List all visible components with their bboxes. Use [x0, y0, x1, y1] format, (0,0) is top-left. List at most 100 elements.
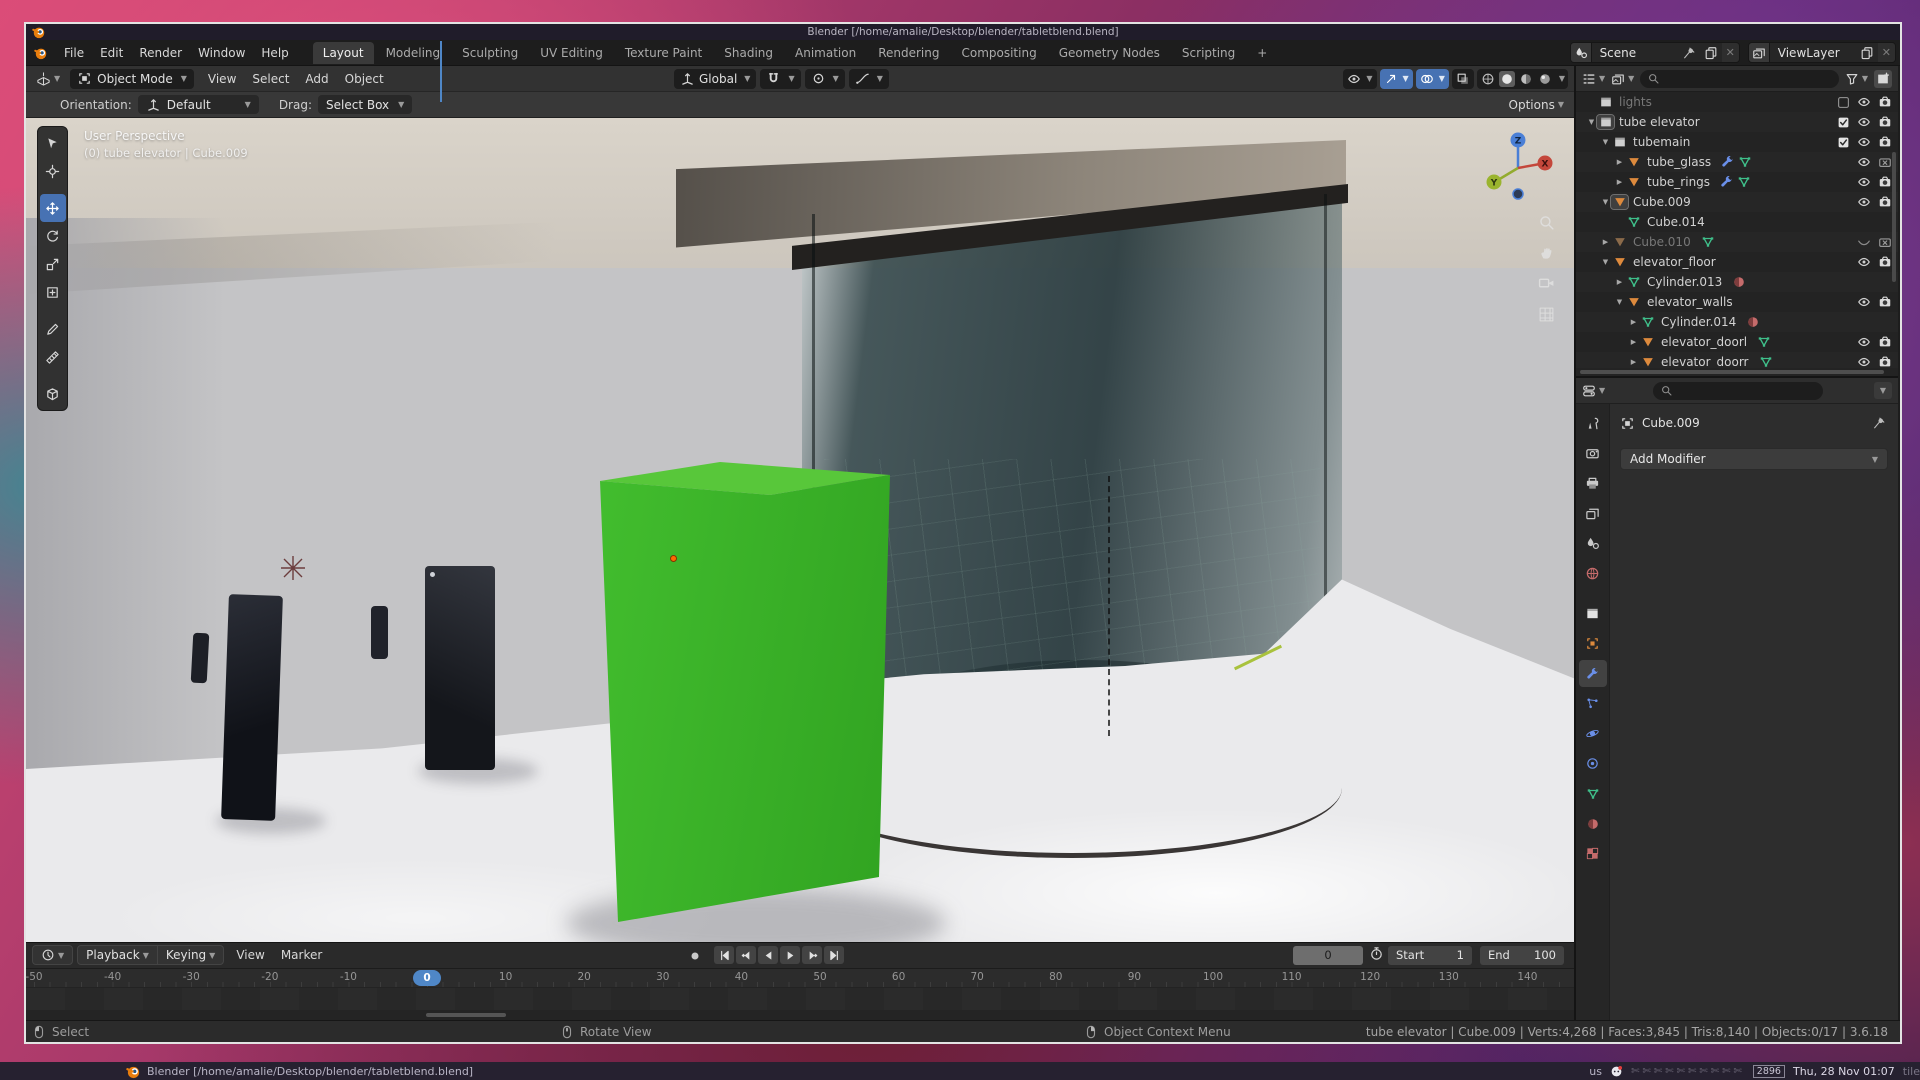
- view-layer-icon[interactable]: [1749, 43, 1770, 62]
- options-dropdown[interactable]: Options▼: [1509, 98, 1564, 112]
- timeline-menu-playback[interactable]: Playback▼: [78, 946, 157, 964]
- outliner-row-cylinder-014[interactable]: ▶Cylinder.014: [1576, 312, 1898, 332]
- eye-icon[interactable]: [1857, 115, 1871, 129]
- scene-icon[interactable]: [1571, 43, 1592, 62]
- tool-annotate[interactable]: [40, 315, 66, 343]
- properties-editor-type-button[interactable]: ▼: [1582, 384, 1605, 398]
- camera-icon[interactable]: [1878, 115, 1892, 129]
- outliner-h-scrollbar[interactable]: [1580, 370, 1884, 374]
- door-panel-large[interactable]: [221, 594, 283, 821]
- stopwatch-icon[interactable]: [1369, 946, 1384, 961]
- checkbox-empty-icon[interactable]: [1837, 96, 1850, 109]
- scene-unlink-icon[interactable]: ✕: [1722, 43, 1739, 62]
- pan-tool-icon[interactable]: [1538, 244, 1555, 261]
- tool-measure[interactable]: [40, 343, 66, 371]
- outliner-row-elevator-doorr[interactable]: ▶elevator_doorr: [1576, 352, 1898, 368]
- camera-icon[interactable]: [1878, 135, 1892, 149]
- outliner-item-label[interactable]: Cylinder.013: [1647, 275, 1722, 289]
- properties-tab-output[interactable]: [1579, 470, 1607, 497]
- eye-closed-icon[interactable]: [1857, 235, 1871, 249]
- xray-toggle[interactable]: [1452, 69, 1474, 89]
- transport-jump-end-button[interactable]: [824, 946, 844, 964]
- timeline-tracks[interactable]: [26, 988, 1574, 1010]
- taskbar-clock[interactable]: Thu, 28 Nov 01:07: [1793, 1065, 1895, 1078]
- outliner-row-tubemain[interactable]: ▼tubemain: [1576, 132, 1898, 152]
- wrench-icon[interactable]: [1721, 155, 1735, 169]
- outliner-row-cube-014[interactable]: Cube.014: [1576, 212, 1898, 232]
- properties-search-input[interactable]: [1653, 382, 1823, 400]
- checkbox-icon[interactable]: [1837, 116, 1850, 129]
- orientation-value-dropdown[interactable]: Default ▼: [138, 95, 259, 114]
- outliner-row-cube-010[interactable]: ▶Cube.010: [1576, 232, 1898, 252]
- discord-tray-icon[interactable]: [1610, 1065, 1623, 1078]
- properties-options-button[interactable]: ▼: [1874, 382, 1892, 399]
- outliner-filter-button[interactable]: ▼: [1845, 72, 1868, 86]
- outliner-row-cube-009[interactable]: ▼Cube.009: [1576, 192, 1898, 212]
- workspace-tab-texture-paint[interactable]: Texture Paint: [615, 42, 712, 64]
- camera-x-icon[interactable]: [1878, 235, 1892, 249]
- tool-transform[interactable]: [40, 278, 66, 306]
- tool-add-cube[interactable]: [40, 380, 66, 408]
- timeline-menu-keying[interactable]: Keying▼: [157, 946, 223, 964]
- properties-tab-particles[interactable]: [1579, 690, 1607, 717]
- eye-icon[interactable]: [1857, 195, 1871, 209]
- tray-icons[interactable]: ✄✄✄✄✄✄✄✄✄✄: [1631, 1066, 1745, 1077]
- blender-menu-icon[interactable]: [34, 46, 48, 60]
- outliner-item-label[interactable]: tubemain: [1633, 135, 1690, 149]
- auto-key-record-icon[interactable]: [688, 949, 702, 963]
- view-layer-name[interactable]: ViewLayer: [1770, 46, 1856, 60]
- outliner-item-label[interactable]: tube_glass: [1647, 155, 1711, 169]
- timeline-menu-view[interactable]: View: [228, 948, 272, 962]
- view-layer-selector[interactable]: ViewLayer ✕: [1748, 42, 1896, 63]
- mesh-data-icon[interactable]: [1701, 235, 1715, 249]
- shading-rendered-button[interactable]: [1537, 71, 1553, 87]
- expand-right-icon[interactable]: ▶: [1628, 318, 1639, 326]
- viewport-menu-view[interactable]: View: [200, 69, 244, 89]
- pin-icon[interactable]: [1872, 416, 1886, 430]
- orthographic-toggle-icon[interactable]: [1538, 306, 1555, 323]
- zoom-tool-icon[interactable]: [1538, 214, 1555, 231]
- pivot-dropdown[interactable]: ▼: [805, 69, 845, 89]
- properties-tab-physics[interactable]: [1579, 720, 1607, 747]
- transport-jump-start-button[interactable]: [714, 946, 734, 964]
- eye-icon[interactable]: [1857, 255, 1871, 269]
- overlays-toggle[interactable]: ▼: [1416, 69, 1449, 89]
- outliner-row-elevator-doorl[interactable]: ▶elevator_doorl: [1576, 332, 1898, 352]
- workspace-tab-sculpting[interactable]: Sculpting: [452, 42, 528, 64]
- properties-tab-render[interactable]: [1579, 440, 1607, 467]
- window-titlebar[interactable]: Blender [/home/amalie/Desktop/blender/ta…: [26, 24, 1900, 40]
- shading-wireframe-button[interactable]: [1480, 71, 1496, 87]
- menu-render[interactable]: Render: [131, 43, 190, 63]
- viewport-menu-object[interactable]: Object: [337, 69, 392, 89]
- outliner-editor-type-button[interactable]: ▼: [1582, 72, 1605, 86]
- transport-play-reverse-button[interactable]: [758, 946, 778, 964]
- expand-right-icon[interactable]: ▶: [1628, 358, 1639, 366]
- timeline-editor-type-button[interactable]: ▼: [32, 945, 73, 965]
- frame-start-field[interactable]: Start1: [1388, 946, 1472, 965]
- shading-solid-button[interactable]: [1499, 71, 1515, 87]
- drag-value-dropdown[interactable]: Select Box ▼: [318, 95, 412, 114]
- mesh-data-icon[interactable]: [1757, 335, 1771, 349]
- add-modifier-dropdown[interactable]: Add Modifier ▼: [1620, 448, 1888, 470]
- expand-right-icon[interactable]: ▶: [1600, 238, 1611, 246]
- properties-tab-constraints[interactable]: [1579, 750, 1607, 777]
- outliner-item-label[interactable]: tube_rings: [1647, 175, 1710, 189]
- outliner-row-tube-glass[interactable]: ▶ tube_glass: [1576, 152, 1898, 172]
- editor-type-button[interactable]: ▼: [32, 69, 64, 88]
- mode-dropdown[interactable]: Object Mode ▼: [70, 69, 194, 89]
- properties-tab-tool[interactable]: [1579, 410, 1607, 437]
- expand-right-icon[interactable]: ▶: [1614, 178, 1625, 186]
- current-frame-field[interactable]: 0: [1293, 946, 1363, 965]
- checkbox-icon[interactable]: [1837, 136, 1850, 149]
- camera-icon[interactable]: [1878, 295, 1892, 309]
- door-panel-right[interactable]: [425, 566, 495, 770]
- playhead-line[interactable]: [440, 41, 442, 102]
- scene-pin-icon[interactable]: [1678, 46, 1700, 60]
- visibility-dropdown[interactable]: ▼: [1343, 69, 1376, 89]
- expand-right-icon[interactable]: ▶: [1614, 158, 1625, 166]
- tool-cursor[interactable]: [40, 157, 66, 185]
- eye-icon[interactable]: [1857, 295, 1871, 309]
- outliner-item-label[interactable]: elevator_doorl: [1661, 335, 1747, 349]
- tool-move[interactable]: [40, 194, 66, 222]
- outliner-item-label[interactable]: tube elevator: [1619, 115, 1700, 129]
